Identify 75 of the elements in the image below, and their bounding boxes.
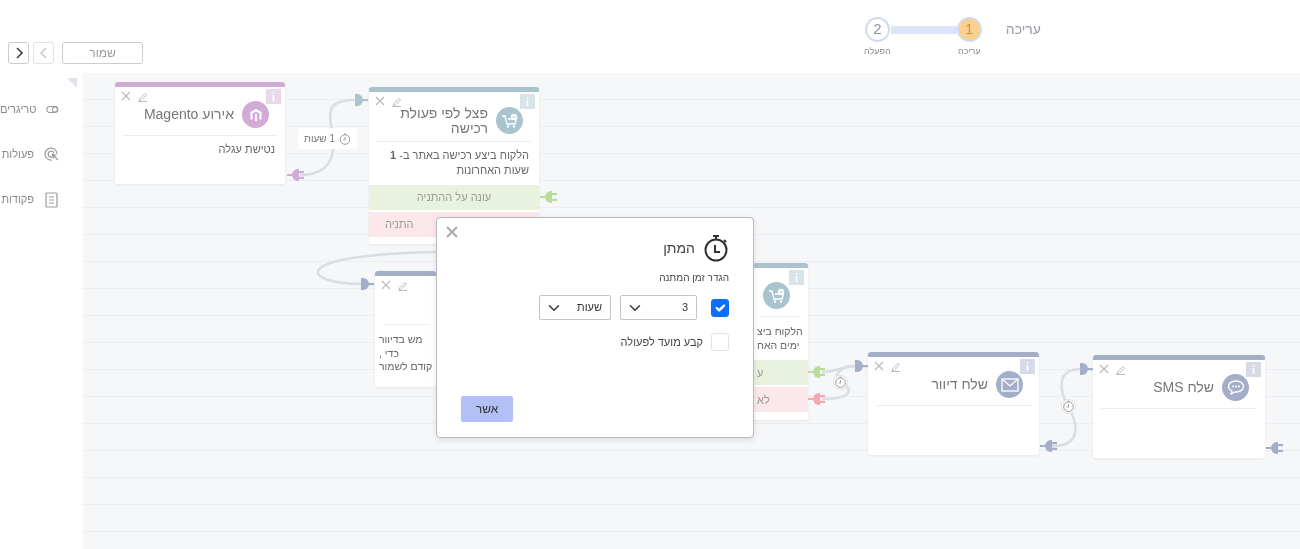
plug-icon[interactable]	[540, 189, 557, 204]
wait-time-tag[interactable]: 1 שעות	[298, 128, 357, 149]
stopwatch-icon	[703, 234, 729, 262]
node-title: שלח דיוור	[931, 377, 988, 392]
schedule-checkbox[interactable]	[711, 333, 729, 351]
close-icon[interactable]	[874, 361, 884, 371]
pencil-icon[interactable]	[890, 361, 901, 372]
chevron-right-icon	[14, 47, 23, 59]
plug-icon[interactable]	[808, 392, 825, 407]
timer-icon[interactable]	[833, 375, 848, 390]
next-button[interactable]	[8, 42, 29, 64]
close-icon[interactable]	[121, 91, 131, 101]
node-description: מש בדיוור כדי , קודם לשמור	[378, 332, 434, 375]
node-title: שלח SMS	[1153, 380, 1214, 395]
port-icon[interactable]	[355, 93, 369, 107]
pencil-icon[interactable]	[137, 91, 148, 102]
node-card[interactable]: מש בדיוור כדי , קודם לשמור	[375, 271, 436, 387]
pencil-icon[interactable]	[391, 96, 402, 107]
close-icon[interactable]	[381, 280, 391, 290]
outcome-row[interactable]: לא	[753, 387, 808, 413]
plug-icon[interactable]	[287, 168, 304, 182]
port-icon[interactable]	[361, 277, 375, 291]
node-card[interactable]: הלקוח ביצ ימים האח ע לא	[753, 263, 808, 420]
confirm-button[interactable]: אשר	[461, 396, 513, 422]
info-icon[interactable]	[1246, 362, 1261, 377]
step-label: הפעלה	[864, 45, 891, 58]
wait-time-text: 1 שעות	[304, 132, 335, 146]
sidebar-item[interactable]: פעולות	[1, 146, 34, 163]
sidebar-item[interactable]: טריגרים	[0, 101, 37, 118]
port-icon[interactable]	[1080, 362, 1094, 376]
step-circle[interactable]: 2	[864, 17, 890, 42]
pencil-icon[interactable]	[397, 280, 408, 291]
chevron-left-icon	[39, 47, 48, 59]
node-title: אירוע Magento	[143, 107, 234, 122]
timer-icon[interactable]	[1061, 399, 1076, 414]
info-icon[interactable]	[1020, 359, 1035, 374]
outcome-row[interactable]: ע	[753, 360, 808, 386]
unit-select[interactable]: שעות	[539, 295, 611, 320]
pencil-icon[interactable]	[1115, 364, 1126, 375]
page-title: עריכה	[1005, 20, 1041, 39]
dialog-label: הגדר זמן המתנה	[658, 271, 729, 285]
target-cursor-icon	[44, 147, 59, 162]
cart-icon	[767, 287, 786, 304]
close-icon[interactable]	[446, 226, 458, 238]
node-card[interactable]: שלח SMS	[1093, 355, 1265, 458]
toggle-icon	[46, 103, 59, 116]
close-icon[interactable]	[1099, 364, 1109, 374]
plug-icon[interactable]	[808, 365, 825, 380]
plug-icon[interactable]	[1040, 439, 1057, 453]
outcome-row[interactable]: עונה על ההתניה	[369, 184, 539, 210]
info-icon[interactable]	[520, 94, 535, 109]
node-description: נטישת עגלה	[217, 142, 276, 157]
clock-icon	[338, 132, 351, 145]
amount-select[interactable]: 3	[620, 295, 697, 320]
plug-icon[interactable]	[1266, 441, 1283, 455]
speech-bubble-icon	[1226, 379, 1245, 396]
step-connector-bar	[890, 26, 957, 34]
info-icon[interactable]	[266, 89, 281, 104]
node-description: הלקוח ביצ ימים האח	[756, 324, 804, 353]
node-card[interactable]: אירוע Magento נטישת עגלה	[115, 82, 285, 184]
corner-triangle-icon	[67, 78, 77, 88]
save-button[interactable]: שמור	[62, 42, 143, 64]
schedule-label: קבע מועד לפעולה	[620, 334, 703, 350]
envelope-icon	[1000, 376, 1019, 393]
step-label: עריכה	[957, 45, 981, 58]
wait-checkbox[interactable]	[711, 298, 729, 317]
cart-icon	[500, 112, 519, 129]
node-card[interactable]: שלח דיוור	[868, 352, 1039, 455]
info-icon[interactable]	[789, 270, 804, 285]
sidebar-item[interactable]: פקודות	[1, 191, 34, 208]
port-icon[interactable]	[855, 359, 869, 373]
document-list-icon	[44, 191, 59, 208]
close-icon[interactable]	[375, 96, 385, 106]
dialog-title: המתן	[663, 238, 695, 258]
node-title: פצל לפי פעולת רכישה	[399, 106, 488, 136]
